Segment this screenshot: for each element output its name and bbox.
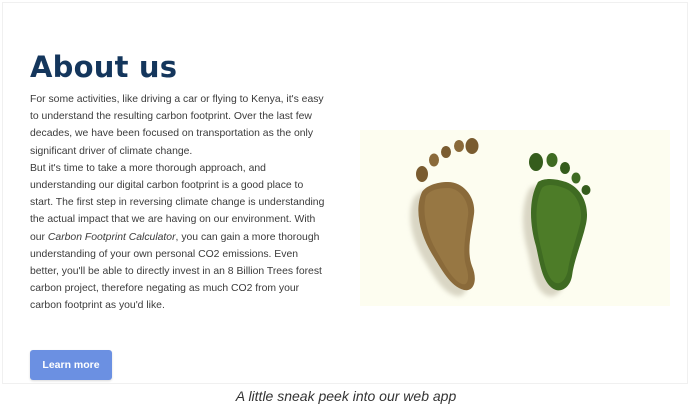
page-title: About us	[30, 50, 178, 84]
calculator-name: Carbon Footprint Calculator	[47, 231, 176, 243]
image-caption: A little sneak peek into our web app	[235, 388, 457, 404]
brown-footprint	[416, 138, 479, 291]
footprints-image	[360, 130, 670, 306]
about-paragraph-2: But it's time to take a more thorough ap…	[30, 160, 326, 315]
learn-more-button[interactable]: Learn more	[30, 350, 112, 380]
about-description: For some activities, like driving a car …	[30, 91, 326, 315]
footprints-illustration	[410, 138, 591, 297]
about-paragraph-2-end: , you can gain a more thorough understan…	[30, 231, 322, 312]
about-paragraph-1: For some activities, like driving a car …	[30, 94, 324, 157]
